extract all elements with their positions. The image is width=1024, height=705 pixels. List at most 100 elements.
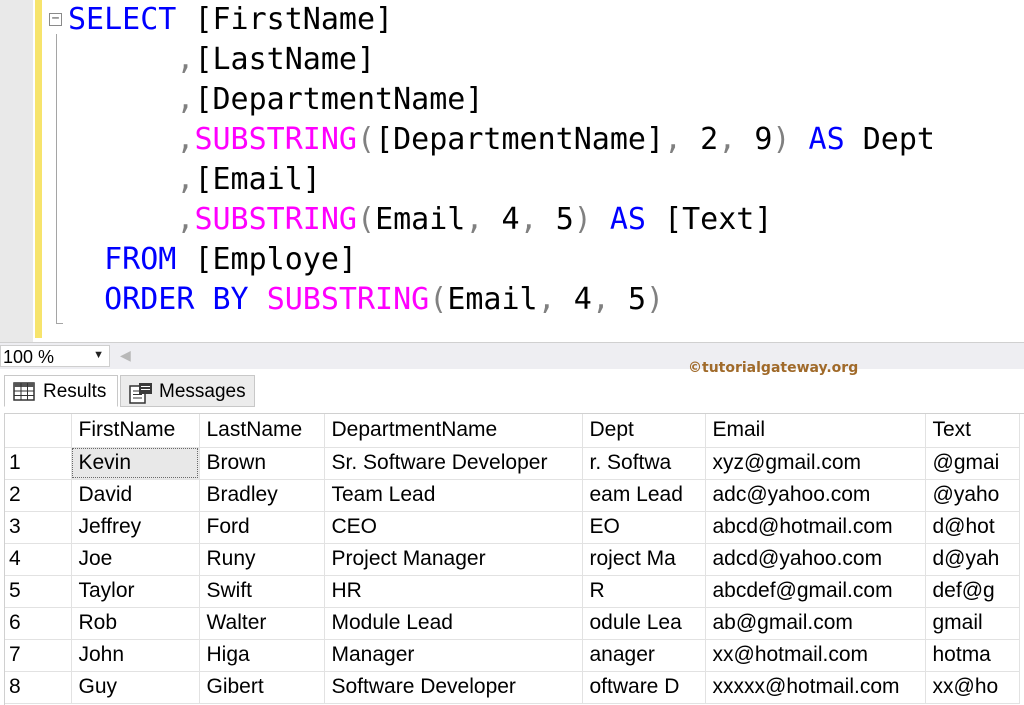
row-number[interactable]: 6 [5,607,72,640]
table-cell[interactable]: oftware D [582,671,706,704]
grid-icon [13,382,35,407]
column-header[interactable]: LastName [199,414,325,448]
table-cell[interactable]: @gmai [925,447,1020,480]
table-cell[interactable]: d@hot [925,511,1020,544]
row-number[interactable]: 4 [5,543,72,576]
table-cell[interactable]: eam Lead [582,479,706,512]
table-row[interactable]: 4 Joe Runy Project Manager roject Ma adcd@yah… [5,543,1020,576]
table-cell[interactable]: adcd@yahoo.com [705,543,926,576]
column-header[interactable]: FirstName [71,414,200,448]
table-cell[interactable]: @yaho [925,479,1020,512]
table-row[interactable]: 3 Jeffrey Ford CEO EO abcd@hotmail.com d@hot [5,511,1020,544]
table-cell[interactable]: odule Lea [582,607,706,640]
column-header[interactable]: Email [705,414,926,448]
results-tabstrip: Results Messages [0,369,1024,408]
table-cell[interactable]: xx@ho [925,671,1020,704]
table-cell[interactable]: Module Lead [324,607,583,640]
zoom-select[interactable]: 100 % ▼ [0,345,110,367]
table-cell[interactable]: David [71,479,200,512]
table-row[interactable]: 6 Rob Walter Module Lead odule Lea ab@gmail.c… [5,607,1020,640]
table-cell[interactable]: d@yah [925,543,1020,576]
table-cell[interactable]: Guy [71,671,200,704]
code-line-4[interactable]: ,SUBSTRING([DepartmentName], 2, 9) AS De… [68,120,935,160]
sql-editor[interactable]: − SELECT [FirstName] ,[LastName] ,[Depar… [0,0,1024,342]
code-line-1[interactable]: SELECT [FirstName] [68,0,393,40]
table-cell[interactable]: John [71,639,200,672]
row-number[interactable]: 2 [5,479,72,512]
table-cell[interactable]: xx@hotmail.com [705,639,926,672]
code-line-8[interactable]: ORDER BY SUBSTRING(Email, 4, 5) [68,280,664,320]
table-cell[interactable]: abcd@hotmail.com [705,511,926,544]
table-cell[interactable]: Manager [324,639,583,672]
column-header[interactable]: DepartmentName [324,414,583,448]
table-cell[interactable]: Bradley [199,479,325,512]
table-row[interactable]: 7 John Higa Manager anager xx@hotmail.com hotm… [5,639,1020,672]
table-cell[interactable]: Kevin [71,447,200,480]
code-line-7[interactable]: FROM [Employe] [68,240,357,280]
code-line-6[interactable]: ,SUBSTRING(Email, 4, 5) AS [Text] [68,200,772,240]
table-cell[interactable]: abcdef@gmail.com [705,575,926,608]
corner-cell[interactable] [5,414,72,448]
row-number[interactable]: 7 [5,639,72,672]
code-line-3[interactable]: ,[DepartmentName] [68,80,483,120]
column-header[interactable]: Text [925,414,1020,448]
table-cell[interactable]: Software Developer [324,671,583,704]
table-cell[interactable]: EO [582,511,706,544]
table-cell[interactable]: Walter [199,607,325,640]
table-cell[interactable]: Taylor [71,575,200,608]
results-grid[interactable]: FirstName LastName DepartmentName Dept E… [4,413,1024,705]
table-cell[interactable]: CEO [324,511,583,544]
table-cell[interactable]: Gibert [199,671,325,704]
table-cell[interactable]: xyz@gmail.com [705,447,926,480]
table-cell[interactable]: Higa [199,639,325,672]
identifier: [DepartmentName] [375,122,665,157]
table-cell[interactable]: Jeffrey [71,511,200,544]
code-line-2[interactable]: ,[LastName] [68,40,375,80]
literal: 5 [555,202,574,237]
table-cell[interactable]: Team Lead [324,479,583,512]
row-number[interactable]: 8 [5,671,72,704]
table-row[interactable]: 5 Taylor Swift HR Rabcdef@gmail.com def@g [5,575,1020,608]
table-cell[interactable]: Rob [71,607,200,640]
table-row[interactable]: 2 David Bradley Team Lead eam Lead adc@yahoo.… [5,479,1020,512]
table-cell[interactable]: xxxxx@hotmail.com [705,671,926,704]
literal: 4 [573,282,592,317]
tab-messages[interactable]: Messages [120,375,255,407]
column-header[interactable]: Dept [582,414,706,448]
table-cell[interactable]: HR [324,575,583,608]
table-cell[interactable]: Ford [199,511,325,544]
punctuation: ) [646,282,665,317]
table-cell[interactable]: Sr. Software Developer [324,447,583,480]
collapse-outline-icon[interactable]: − [49,12,62,26]
table-cell[interactable]: Runy [199,543,325,576]
table-cell[interactable]: anager [582,639,706,672]
table-cell[interactable]: Joe [71,543,200,576]
table-cell[interactable]: r. Softwa [582,447,706,480]
editor-gutter [0,0,33,342]
table-cell[interactable]: Swift [199,575,325,608]
table-cell[interactable]: ab@gmail.com [705,607,926,640]
table-cell[interactable]: R [582,575,706,608]
table-cell[interactable]: hotma [925,639,1020,672]
table-cell[interactable]: adc@yahoo.com [705,479,926,512]
table-cell[interactable]: def@g [925,575,1020,608]
table-cell[interactable]: roject Ma [582,543,706,576]
table-row[interactable]: 8 Guy Gibert Software Developer oftware Dxxx… [5,671,1020,704]
table-cell[interactable]: Brown [199,447,325,480]
table-cell[interactable]: gmail [925,607,1020,640]
row-number[interactable]: 5 [5,575,72,608]
punctuation: , [519,202,538,237]
chevron-down-icon[interactable]: ▼ [93,349,104,361]
scroll-left-icon[interactable]: ◀ [120,347,131,364]
outline-guide [56,34,57,324]
tab-results[interactable]: Results [4,375,118,407]
table-row[interactable]: 1 Kevin Brown Sr. Software Developer r. Soft… [5,447,1020,480]
punctuation: , [664,122,683,157]
identifier: [Employe] [194,242,357,277]
literal: 2 [700,122,719,157]
row-number[interactable]: 1 [5,447,72,480]
table-cell[interactable]: Project Manager [324,543,583,576]
function-name: SUBSTRING [266,282,430,317]
row-number[interactable]: 3 [5,511,72,544]
code-line-5[interactable]: ,[Email] [68,160,321,200]
